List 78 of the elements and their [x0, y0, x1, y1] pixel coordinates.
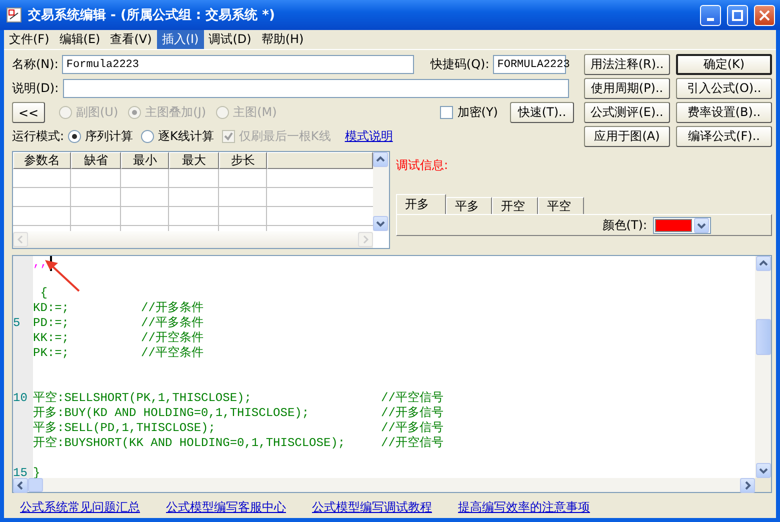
- minimize-icon: [707, 18, 714, 20]
- minimize-button[interactable]: [700, 4, 721, 26]
- code-line: KD:=; //开多条件: [33, 301, 204, 316]
- help-link[interactable]: 公式模型编写客服中心: [166, 499, 286, 516]
- code-line: ,,: [33, 256, 48, 271]
- column-header[interactable]: 最小: [121, 152, 169, 169]
- scrollbar-thumb[interactable]: [756, 319, 770, 355]
- line-number: 15: [13, 466, 28, 478]
- tab[interactable]: 开多: [396, 194, 446, 214]
- menu-item[interactable]: 编辑(E): [54, 30, 106, 49]
- action-button[interactable]: 应用于图(A): [584, 126, 670, 147]
- tab[interactable]: 开空: [492, 197, 538, 214]
- radio-label: 副图(U): [76, 104, 118, 121]
- action-button[interactable]: 编译公式(F)..: [676, 126, 772, 147]
- scrollbar-thumb[interactable]: [28, 478, 43, 492]
- horizontal-scrollbar[interactable]: [13, 231, 373, 248]
- tab[interactable]: 平多: [446, 197, 492, 214]
- column-header[interactable]: 步长: [219, 152, 267, 169]
- description-label: 说明(D):: [12, 80, 59, 97]
- menu-item[interactable]: 查看(V): [105, 30, 157, 49]
- code-line: 平空:SELLSHORT(PK,1,THISCLOSE); //平空信号: [33, 391, 444, 406]
- description-field[interactable]: [62, 79, 569, 98]
- action-button[interactable]: 费率设置(B)..: [676, 102, 772, 123]
- menu-item[interactable]: 文件(F): [4, 30, 54, 49]
- code-line: 开空:BUYSHORT(KK AND HOLDING=0,1,THISCLOSE); //开空信号: [33, 436, 444, 451]
- horizontal-scrollbar[interactable]: [13, 478, 755, 492]
- menu-item[interactable]: 调试(D): [204, 30, 256, 49]
- action-button[interactable]: 引入公式(O)..: [676, 78, 772, 99]
- code-line: KK:=; //开空条件: [33, 331, 204, 346]
- radio-label: 逐K线计算: [158, 128, 214, 145]
- close-icon: [759, 10, 770, 20]
- code-line: {: [39, 286, 48, 301]
- color-label: 颜色(T):: [602, 216, 647, 234]
- color-dropdown[interactable]: [653, 216, 711, 234]
- checkbox-label: 加密(Y): [457, 104, 498, 121]
- checkbox-label: 仅刷最后一根K线: [238, 128, 331, 145]
- run-mode-label: 运行模式:: [12, 128, 64, 145]
- maximize-icon: [732, 10, 743, 20]
- shortcut-label: 快捷码(Q):: [430, 56, 490, 73]
- radio-label: 序列计算: [85, 128, 134, 145]
- name-label: 名称(N):: [12, 56, 58, 73]
- code-editor[interactable]: [13, 256, 755, 478]
- action-button[interactable]: 用法注释(R)..: [584, 54, 670, 75]
- help-link[interactable]: 公式系统常见问题汇总: [20, 499, 140, 516]
- column-header[interactable]: 缺省: [71, 152, 121, 169]
- app-icon: [6, 7, 22, 23]
- code-line: 平多:SELL(PD,1,THISCLOSE); //平多信号: [33, 421, 444, 436]
- close-button[interactable]: [754, 4, 775, 26]
- mode-help-link[interactable]: 模式说明: [344, 128, 393, 145]
- vertical-scrollbar[interactable]: [373, 152, 389, 231]
- radio-label: 主图(M): [233, 104, 277, 121]
- menu-item[interactable]: 帮助(H): [256, 30, 309, 49]
- collapse-button[interactable]: <<: [12, 102, 45, 123]
- vertical-scrollbar[interactable]: [755, 256, 771, 478]
- check-icon: [224, 132, 233, 141]
- radio-button[interactable]: [141, 130, 154, 143]
- checkbox[interactable]: [440, 106, 454, 119]
- line-number: 5: [13, 316, 20, 330]
- menu-item[interactable]: 插入(I): [156, 30, 204, 49]
- name-field[interactable]: Formula2223: [62, 55, 414, 74]
- column-header[interactable]: 参数名: [13, 152, 71, 169]
- code-line: 开多:BUY(KD AND HOLDING=0,1,THISCLOSE); //开多信号: [33, 406, 444, 421]
- line-number: 10: [13, 391, 28, 405]
- code-line: PK:=; //平空条件: [33, 346, 204, 361]
- debug-label: 调试信息:: [396, 158, 448, 172]
- window-title: 交易系统编辑 - (所属公式组 : 交易系统 *): [28, 6, 276, 24]
- column-header[interactable]: 最大: [169, 152, 219, 169]
- radio-label: 主图叠加(J): [145, 104, 206, 121]
- action-button[interactable]: 使用周期(P)..: [584, 78, 670, 99]
- help-link[interactable]: 提高编写效率的注意事项: [458, 499, 590, 516]
- action-button[interactable]: 公式测评(E)..: [584, 102, 670, 123]
- help-link[interactable]: 公式模型编写调试教程: [312, 499, 432, 516]
- tab[interactable]: 平空: [538, 197, 584, 214]
- action-button[interactable]: 确定(K): [676, 54, 772, 75]
- quick-button[interactable]: 快速(T)..: [510, 102, 574, 123]
- radio-button[interactable]: [68, 130, 82, 143]
- code-line: PD:=; //平多条件: [33, 316, 204, 331]
- maximize-button[interactable]: [727, 4, 748, 26]
